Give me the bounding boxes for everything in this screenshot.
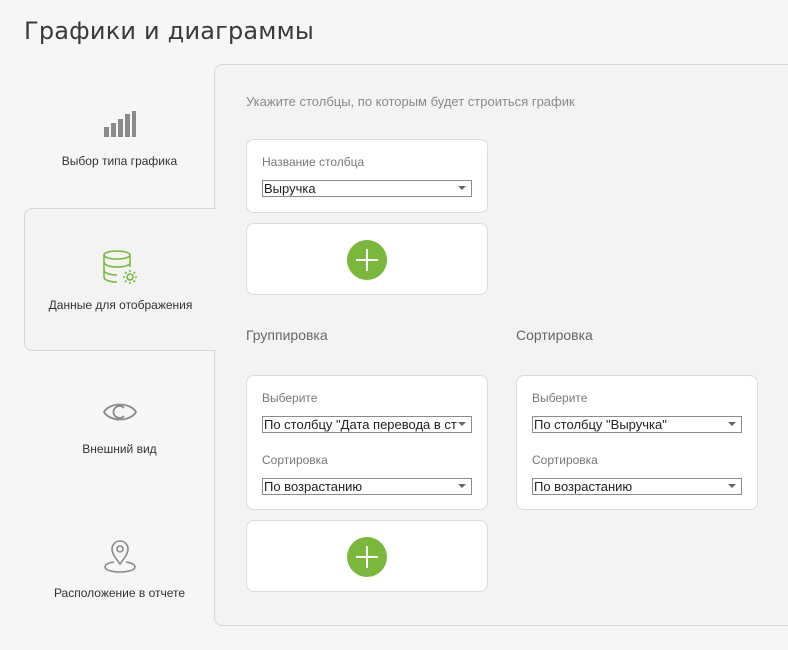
sorting-title: Сортировка	[516, 327, 593, 343]
column-card: Название столбца Выручка	[246, 139, 488, 213]
column-name-label: Название столбца	[262, 155, 365, 169]
grouping-column-value: По столбцу "Дата перевода в ст	[264, 417, 457, 432]
page-title: Графики и диаграммы	[24, 17, 315, 45]
sorting-select-label: Выберите	[532, 391, 588, 405]
location-pin-icon	[103, 536, 137, 576]
chevron-down-icon	[458, 484, 466, 488]
tab-chart-type[interactable]: Выбор типа графика	[24, 64, 215, 207]
add-column-button[interactable]	[347, 240, 387, 280]
grouping-title: Группировка	[246, 327, 328, 343]
tab-label: Расположение в отчете	[53, 585, 186, 600]
add-grouping-button[interactable]	[347, 537, 387, 577]
grouping-card: Выберите По столбцу "Дата перевода в ст …	[246, 375, 488, 510]
chevron-down-icon	[458, 186, 466, 190]
grouping-select-label: Выберите	[262, 391, 318, 405]
tab-appearance[interactable]: Внешний вид	[24, 352, 215, 495]
eye-icon	[102, 392, 138, 432]
sorting-column-value: По столбцу "Выручка"	[534, 417, 667, 432]
add-column-card	[246, 223, 488, 295]
chevron-down-icon	[458, 422, 466, 426]
sorting-order-value: По возрастанию	[534, 479, 633, 494]
grouping-sort-select[interactable]: По возрастанию	[262, 478, 472, 495]
chevron-down-icon	[728, 484, 736, 488]
bar-chart-icon	[103, 104, 137, 144]
grouping-column-select[interactable]: По столбцу "Дата перевода в ст	[262, 416, 472, 433]
sorting-order-select[interactable]: По возрастанию	[532, 478, 742, 495]
grouping-sort-label: Сортировка	[262, 453, 328, 467]
tab-label: Данные для отображения	[48, 297, 193, 312]
column-select-value: Выручка	[264, 181, 316, 196]
sorting-card: Выберите По столбцу "Выручка" Сортировка…	[516, 375, 758, 510]
tab-label: Выбор типа графика	[61, 153, 178, 168]
grouping-sort-value: По возрастанию	[264, 479, 363, 494]
tab-label: Внешний вид	[82, 441, 157, 456]
sorting-sort-label: Сортировка	[532, 453, 598, 467]
sorting-column-select[interactable]: По столбцу "Выручка"	[532, 416, 742, 433]
tab-display-data[interactable]: Данные для отображения	[24, 208, 216, 351]
add-grouping-card	[246, 520, 488, 592]
panel-hint: Укажите столбцы, по которым будет строит…	[246, 94, 575, 109]
column-select[interactable]: Выручка	[262, 180, 472, 197]
chevron-down-icon	[728, 422, 736, 426]
tab-report-location[interactable]: Расположение в отчете	[24, 496, 215, 639]
database-settings-icon	[102, 248, 140, 288]
